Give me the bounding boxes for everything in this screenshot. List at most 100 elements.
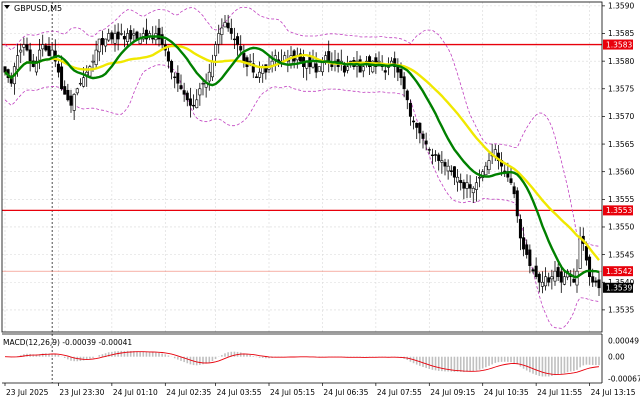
candle-body (317, 66, 321, 72)
candle (305, 60, 309, 81)
candle-body (459, 180, 463, 184)
candle (468, 175, 472, 198)
price-tick-label: 1.3590 (608, 2, 634, 11)
candle (518, 214, 522, 251)
candle (9, 72, 13, 87)
candle (443, 158, 447, 176)
candle (295, 47, 299, 69)
candle-body (418, 122, 422, 134)
symbol-label: GBPUSD,M5 (14, 4, 62, 13)
candle (242, 44, 246, 68)
candle-body (110, 32, 114, 40)
candle (157, 18, 161, 47)
candle-body (151, 37, 155, 40)
candle-body (421, 133, 425, 139)
price-level-tag-text: 1.3553 (606, 206, 632, 215)
candle (192, 94, 196, 110)
candle (75, 87, 79, 96)
candle (449, 165, 453, 176)
candle-body (443, 162, 447, 167)
candle (173, 72, 177, 89)
price-tick-label: 1.3585 (608, 29, 634, 38)
candle-body (471, 187, 475, 194)
candle (415, 122, 419, 140)
candle (88, 64, 92, 77)
candle-body (531, 269, 535, 272)
candle-body (314, 63, 318, 73)
price-tick-label: 1.3570 (608, 112, 634, 121)
candle-body (56, 63, 60, 73)
time-tick-label: 24 Jul 13:15 (591, 388, 636, 397)
candle (176, 65, 180, 92)
time-tick-label: 24 Jul 07:55 (377, 388, 422, 397)
candle-body (550, 276, 554, 280)
candle-body (210, 60, 214, 78)
candle (314, 52, 318, 79)
current-price-tag: 1.3539 (603, 282, 633, 293)
price-tick-label: 1.3555 (608, 195, 634, 204)
candle-body (402, 76, 406, 90)
candle (424, 132, 428, 151)
candle (113, 24, 117, 52)
candle (53, 39, 57, 68)
candle-body (198, 88, 202, 96)
candle-body (562, 276, 566, 285)
candle (512, 182, 516, 199)
candle (207, 63, 211, 91)
candle-body (540, 281, 544, 287)
candle (462, 179, 466, 200)
candle-body (484, 165, 488, 176)
candle (195, 89, 199, 109)
candle (185, 90, 189, 107)
candle (522, 226, 526, 257)
candle-body (25, 44, 29, 51)
price-level-tag: 1.3583 (603, 39, 633, 50)
chart-canvas[interactable]: 1.3590 1.3585 1.3580 1.3575 1.3570 1.3565 1.35… (0, 0, 640, 401)
candle (594, 277, 598, 287)
candle-body (132, 33, 136, 36)
candle-body (525, 244, 529, 255)
candle-body (327, 51, 331, 62)
candle (97, 38, 101, 61)
time-tick-label: 23 Jul 2025 (6, 388, 49, 397)
candle-body (528, 249, 532, 266)
candle (107, 28, 111, 42)
candle (292, 49, 296, 69)
candle (311, 49, 315, 69)
candle-body (474, 182, 478, 190)
time-tick-label: 24 Jul 03:55 (217, 388, 262, 397)
candle (446, 159, 450, 180)
candle (440, 151, 444, 174)
candle (69, 89, 73, 113)
candle-body (588, 256, 592, 278)
candle (78, 78, 82, 87)
candle (166, 46, 170, 69)
price-tick-label: 1.3560 (608, 167, 634, 176)
candle-body (94, 49, 98, 66)
candle-body (88, 66, 92, 77)
candle-body (412, 120, 416, 123)
candle (41, 34, 45, 57)
time-tick-label: 23 Jul 23:30 (59, 388, 104, 397)
candle (19, 43, 23, 64)
price-tick-label: 1.3565 (608, 140, 634, 149)
candle-body (116, 31, 120, 40)
candle (465, 174, 469, 199)
bollinger-lower (4, 64, 600, 329)
candle-body (192, 104, 196, 107)
candle (22, 37, 26, 56)
candle-body (434, 154, 438, 156)
candle-body (584, 246, 588, 261)
candle (66, 83, 70, 102)
time-tick-label: 24 Jul 11:55 (537, 388, 582, 397)
price-tick-label: 1.3580 (608, 57, 634, 66)
price-tick-label: 1.3545 (608, 250, 634, 259)
candle-body (264, 64, 268, 73)
macd-signal-line (4, 351, 600, 375)
candle (254, 73, 258, 79)
candle (210, 54, 214, 81)
candle-body (207, 71, 211, 82)
candle-body (229, 28, 233, 34)
candle-body (78, 82, 82, 85)
candle (154, 25, 158, 45)
